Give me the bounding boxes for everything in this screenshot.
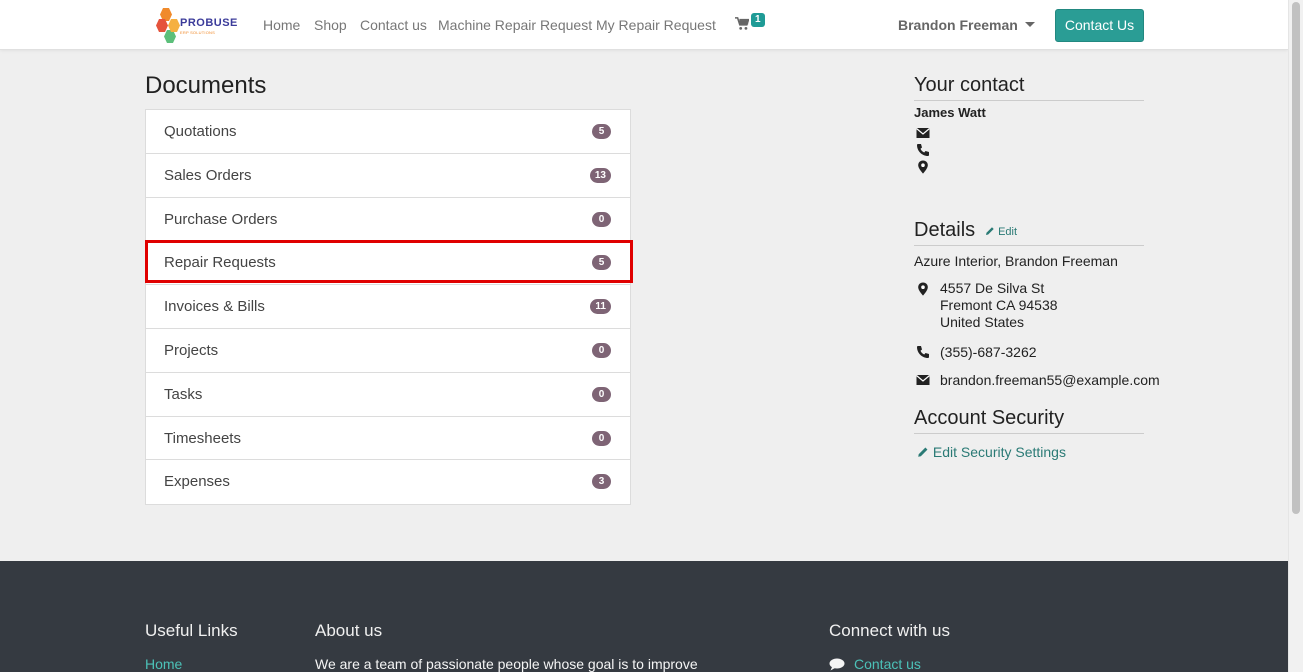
- address-line3: United States: [940, 314, 1025, 330]
- brand-logo[interactable]: PROBUSE ERP SOLUTIONS: [156, 6, 237, 44]
- doc-item-purchase-orders[interactable]: Purchase Orders 0: [146, 198, 630, 242]
- envelope-icon: [916, 375, 930, 385]
- user-menu-dropdown[interactable]: Brandon Freeman: [898, 17, 1035, 33]
- doc-item-tasks[interactable]: Tasks 0: [146, 373, 630, 417]
- doc-item-label: Sales Orders: [164, 166, 252, 184]
- details-heading-text: Details: [914, 219, 976, 241]
- user-name: Brandon Freeman: [898, 17, 1018, 33]
- details-heading: Details: [914, 219, 1144, 246]
- doc-item-label: Tasks: [164, 385, 203, 403]
- nav-contact-us[interactable]: Contact us: [360, 17, 427, 33]
- map-marker-icon: [918, 282, 928, 296]
- edit-details-label: Edit: [998, 226, 1018, 238]
- shopping-cart-icon[interactable]: [735, 17, 749, 31]
- page-scrollbar[interactable]: [1288, 0, 1303, 672]
- envelope-icon[interactable]: [916, 126, 930, 140]
- logo-wordmark: PROBUSE: [180, 17, 238, 29]
- about-us-text: We are a team of passionate people whose…: [315, 656, 698, 672]
- nav-machine-repair-request[interactable]: Machine Repair Request: [438, 17, 592, 33]
- doc-count-badge: 0: [592, 430, 611, 446]
- contact-us-button[interactable]: Contact Us: [1055, 9, 1144, 42]
- connect-heading: Connect with us: [829, 621, 950, 640]
- useful-links-heading: Useful Links: [145, 621, 238, 640]
- doc-count-badge: 13: [589, 167, 611, 183]
- cart-count-badge: 1: [751, 13, 765, 27]
- chat-bubble-icon: [829, 658, 845, 671]
- edit-security-settings-link[interactable]: Edit Security Settings: [917, 444, 1066, 460]
- doc-item-label: Projects: [164, 341, 219, 359]
- phone-icon: [917, 346, 929, 358]
- doc-item-sales-orders[interactable]: Sales Orders 13: [146, 154, 630, 198]
- doc-item-label: Purchase Orders: [164, 210, 278, 228]
- account-security-heading: Account Security: [914, 407, 1144, 434]
- doc-count-badge: 5: [592, 255, 611, 271]
- footer-contact-us-link[interactable]: Contact us: [854, 656, 921, 672]
- doc-item-label: Quotations: [164, 123, 237, 140]
- chevron-down-icon: [1024, 22, 1035, 27]
- doc-item-invoices-bills[interactable]: Invoices & Bills 11: [146, 285, 630, 329]
- address-line2: Fremont CA 94538: [940, 297, 1058, 313]
- doc-item-quotations[interactable]: Quotations 5: [146, 110, 630, 154]
- phone-icon[interactable]: [916, 143, 930, 157]
- edit-details-link[interactable]: Edit: [985, 226, 1017, 238]
- nav-shop[interactable]: Shop: [314, 17, 347, 33]
- doc-item-label: Invoices & Bills: [164, 298, 265, 316]
- your-contact-heading: Your contact: [914, 74, 1144, 101]
- doc-item-label: Expenses: [164, 473, 230, 491]
- pencil-icon: [986, 227, 994, 235]
- doc-count-badge: 0: [592, 211, 611, 227]
- address-line1: 4557 De Silva St: [940, 280, 1045, 296]
- doc-count-badge: 11: [590, 299, 611, 315]
- doc-item-projects[interactable]: Projects 0: [146, 329, 630, 373]
- scrollbar-thumb[interactable]: [1292, 2, 1300, 514]
- top-navbar: PROBUSE ERP SOLUTIONS Home Shop Contact …: [0, 0, 1288, 50]
- contact-name: James Watt: [914, 105, 986, 120]
- pencil-icon: [918, 447, 928, 457]
- doc-count-badge: 3: [592, 474, 611, 490]
- footer-link-home[interactable]: Home: [145, 656, 182, 672]
- nav-my-repair-request[interactable]: My Repair Request: [596, 17, 716, 33]
- edit-security-label: Edit Security Settings: [932, 444, 1066, 460]
- logo-tagline: ERP SOLUTIONS: [180, 30, 215, 35]
- about-us-heading: About us: [315, 621, 383, 640]
- doc-count-badge: 5: [592, 124, 611, 139]
- documents-list: Quotations 5 Sales Orders 13 Purchase Or…: [145, 109, 631, 506]
- doc-item-label: Repair Requests: [164, 254, 276, 272]
- nav-home[interactable]: Home: [263, 17, 300, 33]
- doc-item-label: Timesheets: [164, 429, 241, 447]
- map-marker-icon[interactable]: [916, 160, 930, 174]
- doc-item-expenses[interactable]: Expenses 3: [146, 460, 630, 504]
- address-block: 4557 De Silva St Fremont CA 94538 United…: [940, 280, 1058, 331]
- doc-count-badge: 0: [592, 342, 611, 358]
- phone-number: (355)-687-3262: [940, 344, 1037, 360]
- doc-item-timesheets[interactable]: Timesheets 0: [146, 417, 630, 461]
- documents-title: Documents: [145, 72, 267, 99]
- doc-count-badge: 0: [592, 386, 611, 402]
- company-name: Azure Interior, Brandon Freeman: [914, 253, 1118, 269]
- doc-item-repair-requests[interactable]: Repair Requests 5: [146, 241, 630, 286]
- email-address: brandon.freeman55@example.com: [940, 372, 1160, 388]
